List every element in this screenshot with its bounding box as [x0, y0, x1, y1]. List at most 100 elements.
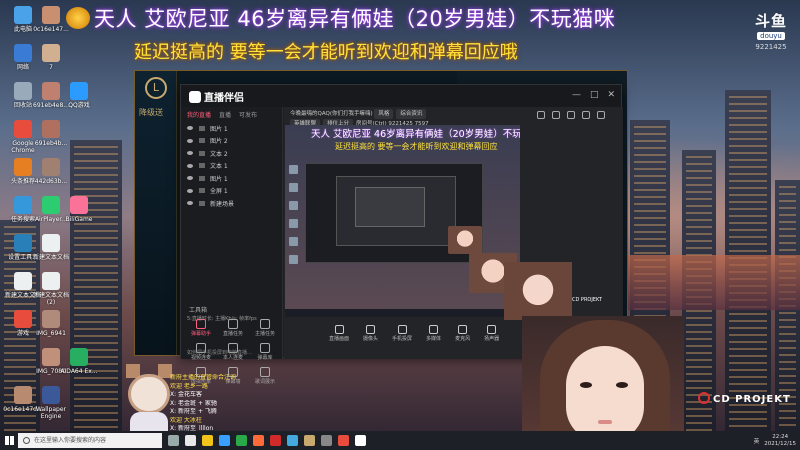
- taskbar-app-icon[interactable]: [304, 435, 315, 446]
- scene-item[interactable]: 文本 1: [181, 160, 282, 173]
- visibility-eye-icon[interactable]: [187, 163, 193, 168]
- source-control-label: 麦克风: [455, 336, 471, 342]
- scene-label: 文本 2: [210, 150, 228, 158]
- tool-label: 弹幕库: [257, 355, 273, 361]
- desktop-icon-image: [70, 196, 88, 214]
- visibility-eye-icon[interactable]: [187, 138, 193, 143]
- desktop-icon[interactable]: 新建文本文档: [30, 234, 72, 261]
- taskbar-app-icon[interactable]: [185, 435, 196, 446]
- toolbox-item[interactable]: 弹幕库: [249, 343, 281, 361]
- gift-icon[interactable]: [552, 111, 560, 119]
- rank-badge-icon: [66, 7, 90, 29]
- language-indicator[interactable]: 英: [754, 437, 760, 445]
- tool-icon: [260, 319, 270, 329]
- companion-app-name: 直播伴侣: [204, 93, 244, 104]
- desktop-icon[interactable]: 691eb4b...: [30, 120, 72, 147]
- source-control-button[interactable]: 麦克风: [455, 325, 470, 342]
- desktop-icon-image: [42, 234, 60, 252]
- league-logo-icon[interactable]: L: [145, 77, 167, 99]
- league-side-label: 降级送: [139, 108, 163, 117]
- clock-date: 2021/12/15: [764, 440, 796, 447]
- wallpaper-highway: [620, 255, 800, 310]
- taskbar-app-icon[interactable]: [236, 435, 247, 446]
- taskbar-app-icon[interactable]: [287, 435, 298, 446]
- settings-icon[interactable]: [582, 111, 590, 119]
- system-tray: 英 22:24 2021/12/15: [754, 431, 796, 450]
- menu-icon[interactable]: [597, 111, 605, 119]
- help-link[interactable]: 如何把手机投屏到电脑直播…: [187, 349, 252, 356]
- category-tag-2[interactable]: 综合资讯: [396, 109, 427, 119]
- user-icon[interactable]: [567, 111, 575, 119]
- taskbar-app-icon[interactable]: [270, 435, 281, 446]
- close-button[interactable]: ✕: [607, 90, 615, 100]
- tab-live[interactable]: 直播: [219, 110, 231, 119]
- taskbar-app-icon[interactable]: [321, 435, 332, 446]
- source-control-button[interactable]: 直播画面: [329, 325, 349, 342]
- desktop-icon[interactable]: BiliGame: [58, 196, 100, 223]
- stream-title-field[interactable]: 今晚最嗨的QAQ(你们打我手嘛嗨): [290, 111, 373, 117]
- preview-desktop-icons: [289, 165, 301, 264]
- stream-preview[interactable]: 天人 艾欧尼亚 46岁离异有俩娃（20岁男娃）不玩猫咪 延迟挺高的 要等一会才能…: [285, 125, 520, 317]
- desktop-icon[interactable]: 7: [30, 44, 72, 71]
- webcam-small: [504, 262, 572, 320]
- preview-title: 天人 艾欧尼亚 46岁离异有俩娃（20岁男娃）不玩猫咪: [311, 129, 520, 140]
- scene-item[interactable]: 图片 1: [181, 172, 282, 185]
- source-control-button[interactable]: 多媒体: [426, 325, 441, 342]
- desktop-icon[interactable]: 新建文本文档: [2, 272, 44, 299]
- visibility-eye-icon[interactable]: [187, 176, 193, 181]
- source-control-button[interactable]: 摄像头: [363, 325, 378, 342]
- source-control-label: 多媒体: [426, 336, 442, 342]
- taskbar-app-icon[interactable]: [338, 435, 349, 446]
- visibility-eye-icon[interactable]: [187, 151, 193, 156]
- desktop-icon-label: BiliGame: [65, 216, 93, 223]
- taskbar-app-icon[interactable]: [253, 435, 264, 446]
- scene-tabs: 我的直播 直播 可发布: [181, 107, 282, 122]
- source-control-label: 直播画面: [329, 336, 350, 342]
- tool-label: 主播任务: [254, 331, 275, 337]
- desktop-icon-label: 442d63b...: [34, 178, 68, 185]
- visibility-eye-icon[interactable]: [187, 201, 193, 206]
- toolbox-title: 工具箱: [189, 307, 208, 314]
- maximize-button[interactable]: □: [590, 90, 599, 100]
- tab-my-live[interactable]: 我的直播: [187, 110, 211, 119]
- source-control-icon: [487, 325, 497, 334]
- companion-logo: 直播伴侣: [189, 89, 244, 104]
- start-button[interactable]: [0, 431, 18, 450]
- visibility-eye-icon[interactable]: [187, 126, 193, 131]
- scene-item[interactable]: 图片 1: [181, 122, 282, 135]
- taskbar-app-icon[interactable]: [355, 435, 366, 446]
- desktop-icon[interactable]: 游戏: [2, 310, 44, 337]
- desktop-icon[interactable]: QQ游戏: [58, 82, 100, 109]
- preview-icon: [289, 183, 298, 192]
- window-controls: — □ ✕: [572, 90, 615, 100]
- taskbar-clock[interactable]: 22:24 2021/12/15: [764, 434, 796, 448]
- taskbar-app-icon[interactable]: [168, 435, 179, 446]
- source-control-button[interactable]: 扬声器: [484, 325, 499, 342]
- visibility-eye-icon[interactable]: [187, 188, 193, 193]
- source-control-button[interactable]: 手机投屏: [392, 325, 412, 342]
- scene-item[interactable]: 新建场景: [181, 197, 282, 210]
- desktop-icon[interactable]: Wallpaper Engine: [30, 386, 72, 420]
- scene-label: 图片 1: [210, 175, 228, 183]
- taskbar-app-icon[interactable]: [202, 435, 213, 446]
- tab-publish[interactable]: 可发布: [239, 110, 257, 119]
- scene-item[interactable]: 全屏 1: [181, 185, 282, 198]
- scene-item[interactable]: 图片 2: [181, 135, 282, 148]
- desktop-icon[interactable]: 442d63b...: [30, 158, 72, 185]
- desktop-icon-image: [42, 6, 60, 24]
- taskbar-app-icon[interactable]: [219, 435, 230, 446]
- source-control-label: 摄像头: [363, 336, 379, 342]
- desktop-icon-label: AIDA64 Ex...: [60, 368, 98, 375]
- tool-label: 直播任务: [222, 331, 243, 337]
- desktop-icon[interactable]: AIDA64 Ex...: [58, 348, 100, 375]
- desktop-icon-image: [14, 272, 32, 290]
- tool-label: 弹幕助手: [190, 331, 211, 337]
- minimize-button[interactable]: —: [572, 90, 581, 100]
- desktop-icon-image: [42, 310, 60, 328]
- message-icon[interactable]: [537, 111, 545, 119]
- taskbar-search-input[interactable]: 在这里输入你要搜索的内容: [18, 433, 162, 448]
- wallpaper-tower: [775, 180, 800, 450]
- scene-type-icon: [199, 138, 205, 144]
- scene-item[interactable]: 文本 2: [181, 147, 282, 160]
- category-tag[interactable]: 风格: [374, 109, 394, 119]
